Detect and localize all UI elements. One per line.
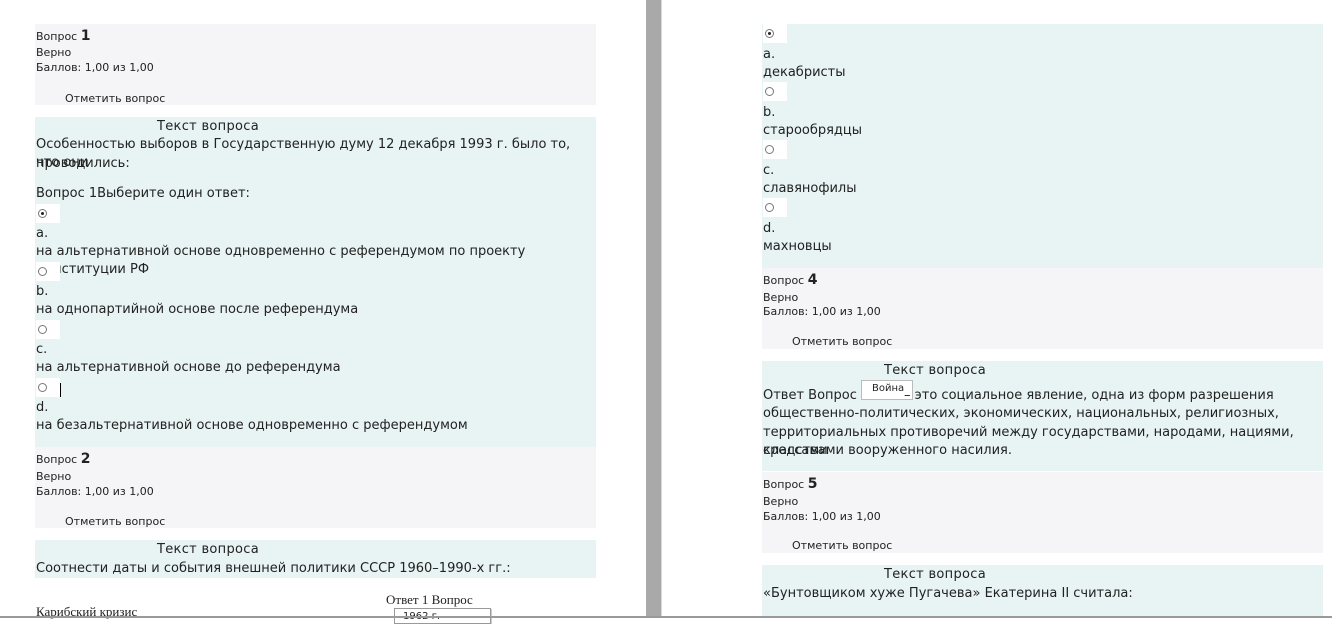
match-answer-header: Ответ 1 Вопрос xyxy=(386,592,473,607)
radio-icon xyxy=(38,325,47,334)
option-letter: a. xyxy=(36,226,49,241)
option-text[interactable]: старообрядцы xyxy=(763,122,862,140)
answer-prompt: Вопрос 1Выберите один ответ: xyxy=(36,186,250,201)
page-gutter xyxy=(646,0,661,618)
question-number: 4 xyxy=(807,272,818,288)
question-2-info: Вопрос 2 Верно Баллов: 1,00 из 1,00 Отме… xyxy=(35,447,596,528)
radio-icon xyxy=(38,267,47,276)
answer-input-value: Война xyxy=(872,383,905,394)
option-letter: a. xyxy=(763,47,776,62)
question-5-info: Вопрос 5 Верно Баллов: 1,00 из 1,00 Отме… xyxy=(762,472,1323,553)
option-a-radio[interactable] xyxy=(36,204,60,223)
question-4-content: Текст вопроса Ответ Вопрос 4 Война – это… xyxy=(762,361,1323,471)
flag-question-link[interactable]: Отметить вопрос xyxy=(792,539,892,552)
flag-question-link[interactable]: Отметить вопрос xyxy=(65,515,165,528)
option-text[interactable]: на безальтернативной основе одновременно… xyxy=(36,417,468,435)
question-label: Вопрос xyxy=(763,274,805,287)
option-b-radio[interactable] xyxy=(763,82,787,101)
question-1-title: Вопрос 1 xyxy=(36,29,90,44)
question-1-info: Вопрос 1 Верно Баллов: 1,00 из 1,00 Отме… xyxy=(35,24,596,105)
question-text-line: – это социальное явление, одна из форм р… xyxy=(904,388,1274,403)
answer-prefix: Ответ Вопрос 4 xyxy=(763,388,870,403)
question-3-content: a. декабристы b. старообрядцы c. славяно… xyxy=(762,24,1323,268)
question-text-heading: Текст вопроса xyxy=(884,567,986,582)
question-number: 5 xyxy=(807,476,818,492)
question-1-content: Текст вопроса Особенностью выборов в Гос… xyxy=(35,117,596,447)
option-letter: d. xyxy=(36,400,49,415)
question-status: Верно xyxy=(763,291,799,304)
option-letter: c. xyxy=(763,163,775,178)
radio-icon xyxy=(765,87,774,96)
option-text[interactable]: на альтернативной основе одновременно с … xyxy=(36,243,596,279)
option-text[interactable]: декабристы xyxy=(763,64,846,82)
question-score: Баллов: 1,00 из 1,00 xyxy=(763,510,881,523)
option-letter: d. xyxy=(763,221,776,236)
option-text[interactable]: на альтернативной основе до референдума xyxy=(36,359,341,377)
option-letter: c. xyxy=(36,342,48,357)
question-label: Вопрос xyxy=(36,30,78,43)
question-label: Вопрос xyxy=(763,478,805,491)
question-label: Вопрос xyxy=(36,453,78,466)
option-letter: b. xyxy=(36,284,49,299)
question-text-line: общественно-политических, экономических,… xyxy=(763,406,1279,421)
option-b-radio[interactable] xyxy=(36,262,60,281)
question-4-title: Вопрос 4 xyxy=(763,273,817,288)
page-divider xyxy=(661,0,662,618)
question-text-line: Соотнести даты и события внешней политик… xyxy=(36,561,511,576)
question-text-line: «Бунтовщиком хуже Пугачева» Екатерина II… xyxy=(763,586,1133,601)
question-text-heading: Текст вопроса xyxy=(884,363,986,378)
option-c-radio[interactable] xyxy=(36,320,60,339)
radio-checked-icon xyxy=(38,209,47,218)
question-5-title: Вопрос 5 xyxy=(763,477,817,492)
option-a-radio[interactable] xyxy=(763,24,787,43)
option-d-radio[interactable] xyxy=(763,198,787,217)
radio-icon xyxy=(765,203,774,212)
option-d-radio[interactable] xyxy=(36,378,60,397)
flag-question-link[interactable]: Отметить вопрос xyxy=(792,335,892,348)
question-number: 1 xyxy=(80,28,91,44)
option-text[interactable]: на однопартийной основе после референдум… xyxy=(36,301,358,319)
question-status: Верно xyxy=(763,495,799,508)
radio-checked-icon xyxy=(765,29,774,38)
question-score: Баллов: 1,00 из 1,00 xyxy=(763,305,881,318)
question-status: Верно xyxy=(36,46,72,59)
question-text-heading: Текст вопроса xyxy=(157,119,259,134)
question-score: Баллов: 1,00 из 1,00 xyxy=(36,485,154,498)
option-text[interactable]: славянофилы xyxy=(763,180,857,198)
option-letter: b. xyxy=(763,105,776,120)
text-cursor-icon xyxy=(60,383,61,397)
question-status: Верно xyxy=(36,470,72,483)
radio-icon xyxy=(38,383,47,392)
radio-icon xyxy=(765,145,774,154)
question-5-content: Текст вопроса «Бунтовщиком хуже Пугачева… xyxy=(762,565,1323,616)
flag-question-link[interactable]: Отметить вопрос xyxy=(65,92,165,105)
option-text[interactable]: махновцы xyxy=(763,238,832,256)
option-c-radio[interactable] xyxy=(763,140,787,159)
question-text-line: средствами вооруженного насилия. xyxy=(763,443,1012,458)
question-2-content: Текст вопроса Соотнести даты и события в… xyxy=(35,540,596,578)
question-score: Баллов: 1,00 из 1,00 xyxy=(36,61,154,74)
question-2-title: Вопрос 2 xyxy=(36,452,90,467)
question-text-line: проводились: xyxy=(36,156,130,171)
question-number: 2 xyxy=(80,451,91,467)
question-4-info: Вопрос 4 Верно Баллов: 1,00 из 1,00 Отме… xyxy=(762,268,1323,349)
question-text-heading: Текст вопроса xyxy=(157,542,259,557)
